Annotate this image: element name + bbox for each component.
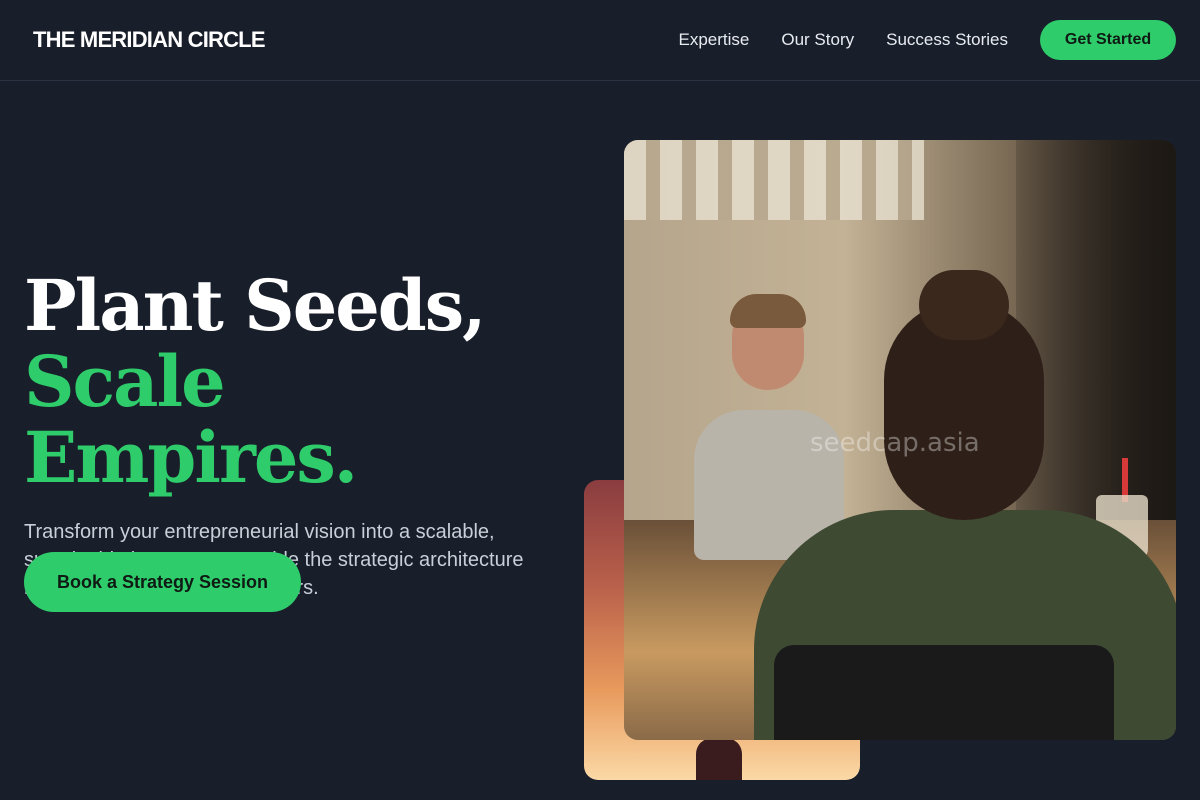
nav-link-our-story[interactable]: Our Story	[781, 30, 854, 50]
get-started-button[interactable]: Get Started	[1040, 20, 1176, 60]
image-watermark: seedcap.asia	[810, 428, 980, 458]
hero-headline: Plant Seeds, Scale Empires.	[24, 268, 564, 496]
book-strategy-session-button[interactable]: Book a Strategy Session	[24, 552, 301, 612]
site-header: THE MERIDIAN CIRCLE Expertise Our Story …	[0, 0, 1200, 81]
window-blinds	[624, 140, 924, 220]
nav-link-expertise[interactable]: Expertise	[678, 30, 749, 50]
brand-logo[interactable]: THE MERIDIAN CIRCLE	[33, 27, 266, 53]
headline-line-2: Scale Empires.	[24, 340, 358, 499]
main-nav: Expertise Our Story Success Stories Get …	[678, 20, 1176, 60]
nav-link-success-stories[interactable]: Success Stories	[886, 30, 1008, 50]
silhouette-figure	[696, 738, 742, 780]
woman-figure	[744, 270, 1176, 740]
meeting-photo: seedcap.asia	[624, 140, 1176, 740]
headline-line-1: Plant Seeds,	[24, 264, 487, 347]
